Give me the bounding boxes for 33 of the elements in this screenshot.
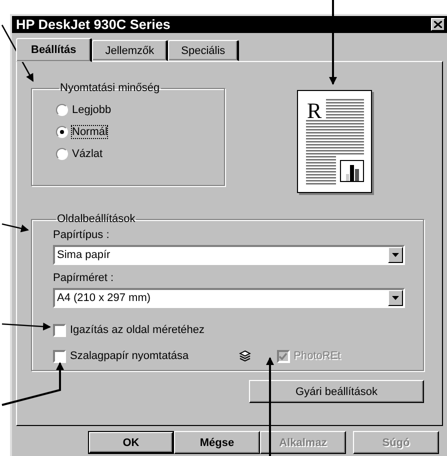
- dialog-button[interactable]: OK: [88, 431, 174, 454]
- checkbox-label[interactable]: Szalagpapír nyomtatása: [70, 350, 189, 362]
- preview-letter: R: [307, 100, 322, 122]
- radio-button[interactable]: [56, 148, 68, 160]
- tab[interactable]: Beállítás: [16, 38, 92, 62]
- tab[interactable]: Jellemzők: [92, 40, 168, 61]
- close-icon: [434, 21, 442, 28]
- checkbox[interactable]: [53, 324, 66, 336]
- radio-button[interactable]: [56, 104, 68, 116]
- callout-arrow: [2, 223, 29, 232]
- radio-label[interactable]: Normál: [72, 126, 108, 138]
- bar-chart-icon: [340, 160, 364, 182]
- factory-defaults-button[interactable]: Gyári beállítások: [249, 380, 424, 403]
- radio-label[interactable]: Vázlat: [72, 148, 103, 160]
- radio-label[interactable]: Legjobb: [72, 104, 112, 116]
- paper-type-label: Papírtípus :: [53, 229, 110, 243]
- dialog-button[interactable]: Mégse: [174, 431, 260, 454]
- group-title: Oldalbeállítások: [56, 213, 136, 225]
- caret-icon: [392, 296, 399, 300]
- callout-arrow: [2, 322, 51, 331]
- dropdown-field[interactable]: Sima papír: [53, 245, 405, 265]
- layers-icon: [238, 350, 251, 362]
- window-title: HP DeskJet 930C Series: [16, 17, 170, 32]
- callout-arrow: [2, 362, 64, 406]
- close-button[interactable]: [431, 18, 445, 31]
- radio-button[interactable]: [56, 126, 68, 138]
- caret-icon: [392, 253, 399, 257]
- checkbox-label[interactable]: Igazítás az oldal méretéhez: [70, 324, 205, 336]
- checkbox[interactable]: [53, 350, 66, 362]
- tab[interactable]: Speciális: [168, 40, 240, 61]
- paper-size-label: Papírméret :: [53, 272, 115, 286]
- dropdown-field[interactable]: A4 (210 x 297 mm): [53, 288, 405, 308]
- group-title: Nyomtatási minőség: [59, 82, 161, 94]
